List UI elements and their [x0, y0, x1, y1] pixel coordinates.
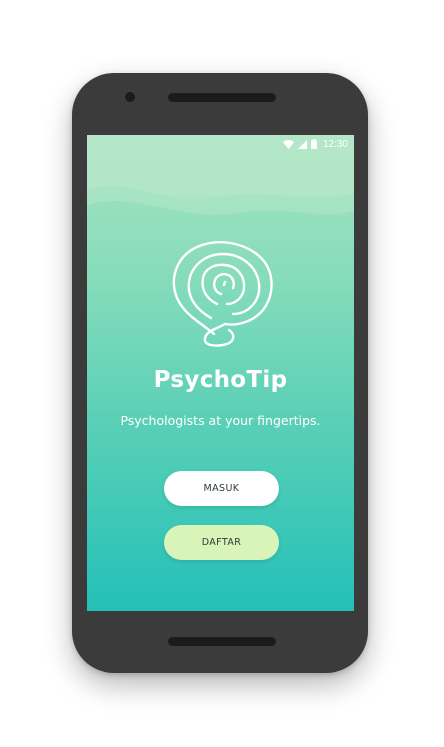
front-camera — [125, 92, 135, 102]
status-time: 12:30 — [322, 138, 348, 150]
fingerprint-head-icon — [172, 241, 273, 347]
login-button[interactable]: MASUK — [164, 471, 279, 506]
battery-icon — [310, 139, 317, 149]
top-speaker — [168, 93, 276, 102]
phone-frame: 12:30 PsychoTip Psychologists at your fi… — [72, 73, 368, 673]
signal-icon — [297, 139, 307, 149]
app-screen: 12:30 PsychoTip Psychologists at your fi… — [87, 135, 354, 611]
app-title: PsychoTip — [153, 367, 288, 393]
register-button[interactable]: DAFTAR — [164, 525, 279, 560]
bottom-speaker — [168, 637, 276, 646]
mockup-stage: 12:30 PsychoTip Psychologists at your fi… — [0, 0, 444, 747]
status-bar: 12:30 — [87, 135, 354, 153]
app-tagline: Psychologists at your fingertips. — [120, 413, 321, 428]
wifi-icon — [282, 139, 294, 149]
